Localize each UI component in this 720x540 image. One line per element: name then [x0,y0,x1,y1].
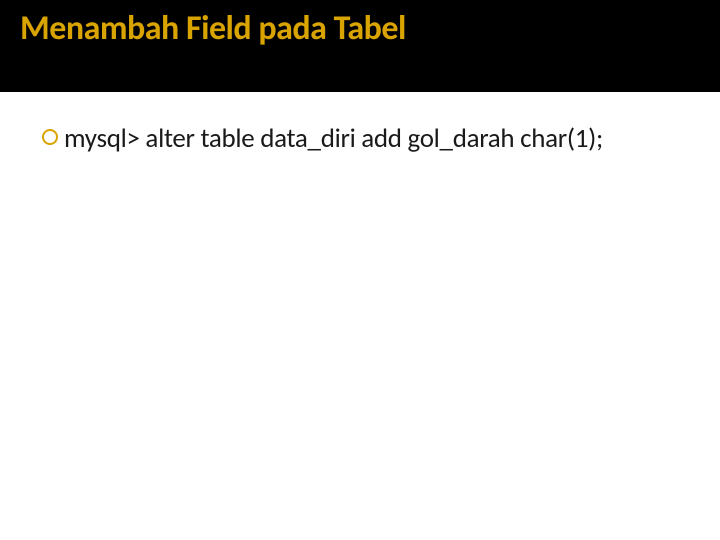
bullet-circle-icon [40,127,60,147]
list-item: mysql> alter table data_diri add gol_dar… [40,122,680,157]
title-bar: Menambah Field pada Tabel [0,0,720,92]
slide-content: mysql> alter table data_diri add gol_dar… [0,92,720,157]
slide-title: Menambah Field pada Tabel [20,8,700,49]
bullet-text: mysql> alter table data_diri add gol_dar… [64,122,603,157]
